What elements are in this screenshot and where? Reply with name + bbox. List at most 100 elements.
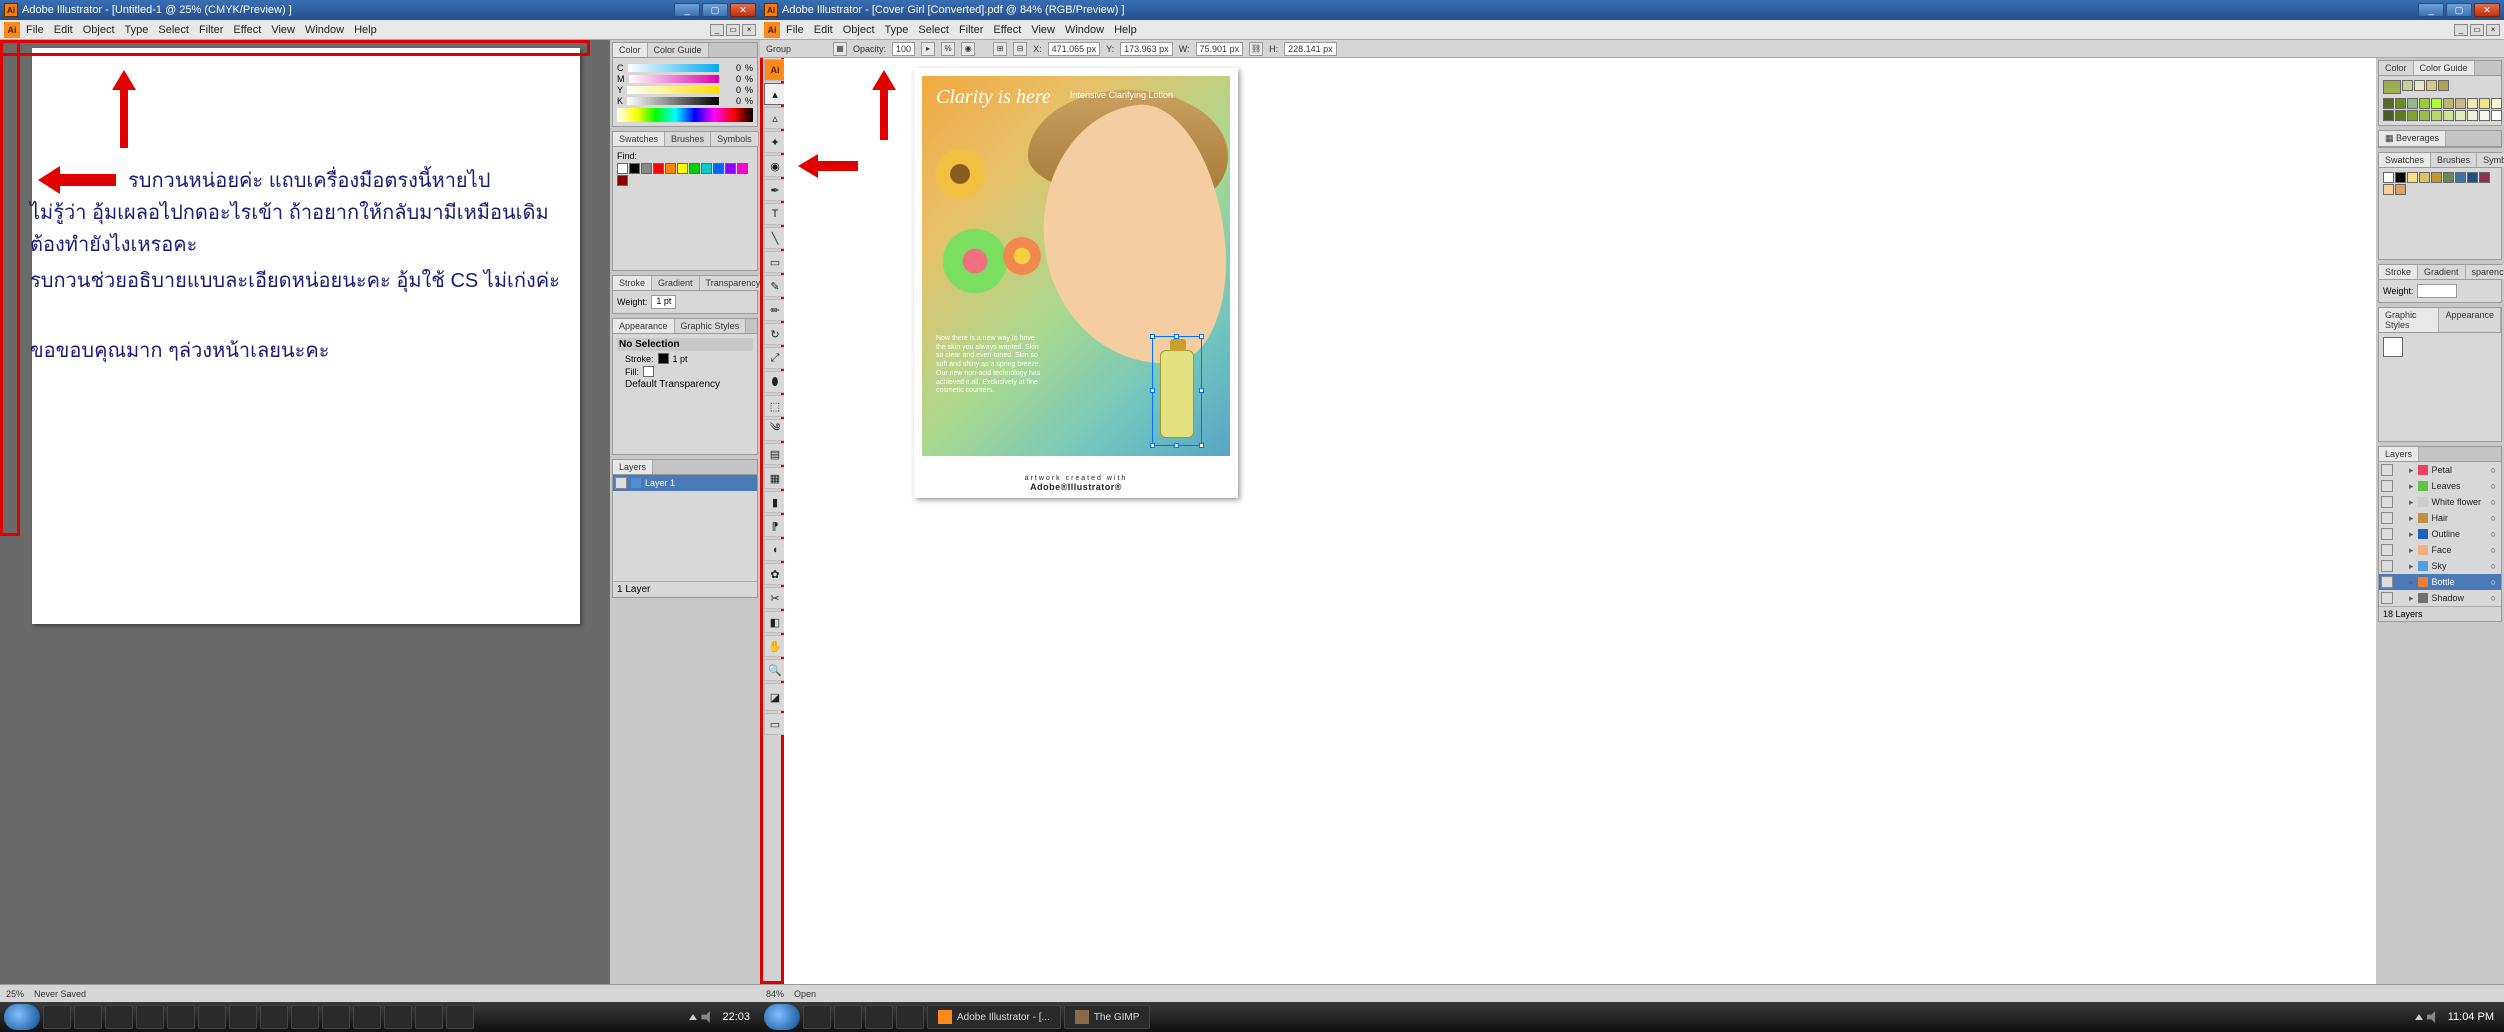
menu-edit[interactable]: Edit	[814, 24, 833, 36]
artboard[interactable]: Clarity is here Intensive Clarifying Lot…	[914, 68, 1238, 498]
visibility-toggle[interactable]	[2381, 480, 2393, 492]
direct-select-tool[interactable]: ▵	[764, 107, 786, 129]
clock[interactable]: 11:04 PM	[2442, 1011, 2500, 1023]
tab-transparency[interactable]: sparency	[2466, 265, 2504, 279]
weight-field[interactable]: 1 pt	[651, 295, 676, 309]
eyedropper-tool[interactable]: ⁋	[764, 515, 786, 537]
layer-name[interactable]: Layer 1	[645, 478, 675, 488]
menu-view[interactable]: View	[1031, 24, 1055, 36]
paintbrush-tool[interactable]: ✎	[764, 275, 786, 297]
layer-row[interactable]: ▸Shadow○	[2379, 590, 2501, 606]
layer-row[interactable]: ▸Petal○	[2379, 462, 2501, 478]
pencil-tool[interactable]: ✏	[764, 299, 786, 321]
taskbar-app-illustrator[interactable]: Adobe Illustrator - [...	[927, 1005, 1061, 1029]
layer-name[interactable]: Bottle	[2432, 577, 2455, 587]
tab-color-guide[interactable]: Color Guide	[648, 43, 709, 57]
lasso-tool[interactable]: ◉	[764, 155, 786, 177]
menu-type[interactable]: Type	[125, 24, 149, 36]
taskbar-item[interactable]	[446, 1005, 474, 1029]
tab-layers[interactable]: Layers	[613, 460, 653, 474]
taskbar-item[interactable]	[291, 1005, 319, 1029]
mdi-close[interactable]: ×	[742, 24, 756, 36]
w-field[interactable]: 75.901 px	[1196, 42, 1244, 56]
tab-appearance[interactable]: Appearance	[2439, 308, 2501, 332]
transform-icon[interactable]: ⊟	[1013, 42, 1027, 56]
tab-swatches[interactable]: Swatches	[613, 132, 665, 146]
layer-name[interactable]: Outline	[2432, 529, 2461, 539]
tab-transparency[interactable]: Transparency	[700, 276, 760, 290]
visibility-toggle[interactable]	[615, 477, 627, 489]
tab-brushes[interactable]: Brushes	[2431, 153, 2477, 167]
swatch-grid[interactable]	[617, 163, 753, 186]
layer-name[interactable]: Petal	[2432, 465, 2453, 475]
val-k[interactable]: 0	[723, 96, 741, 106]
color-spectrum[interactable]	[617, 108, 753, 122]
graphic-style-thumb[interactable]	[2383, 337, 2403, 357]
taskbar-item[interactable]	[896, 1005, 924, 1029]
symbol-sprayer-tool[interactable]: ༄	[764, 419, 786, 441]
tab-swatches[interactable]: Swatches	[2379, 153, 2431, 167]
layer-row[interactable]: Layer 1	[613, 475, 757, 491]
visibility-toggle[interactable]	[2381, 496, 2393, 508]
val-c[interactable]: 0	[723, 63, 741, 73]
taskbar-item[interactable]	[834, 1005, 862, 1029]
graph-tool[interactable]: ▤	[764, 443, 786, 465]
menu-window[interactable]: Window	[1065, 24, 1104, 36]
taskbar-item[interactable]	[415, 1005, 443, 1029]
link-wh-icon[interactable]: ⛓	[1249, 42, 1263, 56]
zoom-level[interactable]: 84%	[766, 989, 784, 999]
line-tool[interactable]: ╲	[764, 227, 786, 249]
mdi-close[interactable]: ×	[2486, 24, 2500, 36]
align-icon[interactable]: ▦	[833, 42, 847, 56]
opacity-field[interactable]: 100	[892, 42, 915, 56]
hand-tool[interactable]: ✋	[764, 635, 786, 657]
screen-mode[interactable]: ▭	[764, 713, 786, 735]
taskbar-item[interactable]	[136, 1005, 164, 1029]
eraser-tool[interactable]: ◧	[764, 611, 786, 633]
visibility-toggle[interactable]	[2381, 464, 2393, 476]
tab-gradient[interactable]: Gradient	[652, 276, 700, 290]
layer-name[interactable]: Sky	[2432, 561, 2447, 571]
layer-name[interactable]: Hair	[2432, 513, 2449, 523]
selection-tool[interactable]: ▴	[764, 83, 786, 105]
x-field[interactable]: 471.065 px	[1048, 42, 1101, 56]
layer-name[interactable]: Shadow	[2432, 593, 2465, 603]
menu-select[interactable]: Select	[158, 24, 189, 36]
crop-tool[interactable]: ✂	[764, 587, 786, 609]
taskbar-item[interactable]	[229, 1005, 257, 1029]
layer-name[interactable]: White flower	[2432, 497, 2482, 507]
menu-file[interactable]: File	[26, 24, 44, 36]
layer-name[interactable]: Leaves	[2432, 481, 2461, 491]
zoom-tool[interactable]: 🔍	[764, 659, 786, 681]
layer-row[interactable]: ▸Bottle○	[2379, 574, 2501, 590]
fill-stroke-swatch[interactable]: ◪	[764, 683, 786, 711]
menu-help[interactable]: Help	[354, 24, 377, 36]
menu-edit[interactable]: Edit	[54, 24, 73, 36]
val-m[interactable]: 0	[723, 74, 741, 84]
color-guide-grid[interactable]	[2383, 98, 2497, 121]
mdi-min[interactable]: _	[710, 24, 724, 36]
canvas[interactable]: Clarity is here Intensive Clarifying Lot…	[784, 58, 2376, 984]
menu-object[interactable]: Object	[843, 24, 875, 36]
menu-object[interactable]: Object	[83, 24, 115, 36]
menu-select[interactable]: Select	[918, 24, 949, 36]
rectangle-tool[interactable]: ▭	[764, 251, 786, 273]
y-field[interactable]: 173.963 px	[1120, 42, 1173, 56]
opt-icon[interactable]: %	[941, 42, 955, 56]
rotate-tool[interactable]: ↻	[764, 323, 786, 345]
layer-row[interactable]: ▸Leaves○	[2379, 478, 2501, 494]
visibility-toggle[interactable]	[2381, 560, 2393, 572]
tab-gradient[interactable]: Gradient	[2418, 265, 2466, 279]
val-y[interactable]: 0	[723, 85, 741, 95]
close-button[interactable]: ✕	[730, 3, 756, 17]
close-button[interactable]: ✕	[2474, 3, 2500, 17]
weight-field[interactable]	[2417, 284, 2457, 298]
taskbar-item[interactable]	[43, 1005, 71, 1029]
tab-layers[interactable]: Layers	[2379, 447, 2419, 461]
mdi-restore[interactable]: ▭	[726, 24, 740, 36]
tab-appearance[interactable]: Appearance	[613, 319, 675, 333]
layer-name[interactable]: Face	[2432, 545, 2452, 555]
start-button[interactable]	[764, 1004, 800, 1030]
menu-view[interactable]: View	[271, 24, 295, 36]
menu-window[interactable]: Window	[305, 24, 344, 36]
